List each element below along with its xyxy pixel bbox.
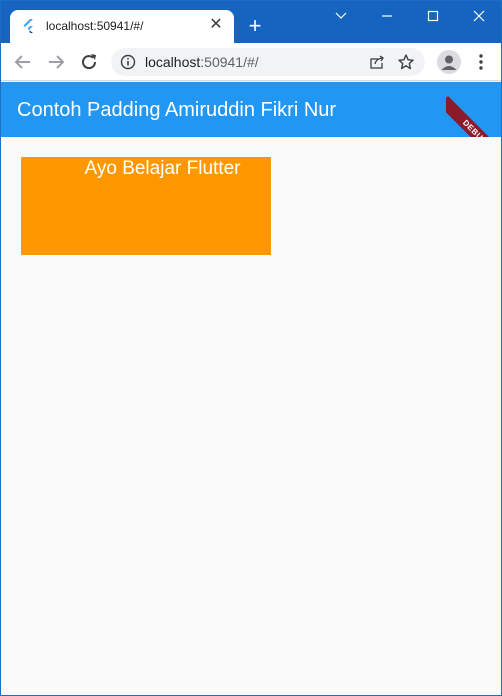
close-icon[interactable]: ✕ bbox=[207, 16, 225, 34]
flutter-icon bbox=[23, 19, 33, 33]
share-icon[interactable] bbox=[369, 54, 385, 70]
menu-dots-icon[interactable] bbox=[471, 52, 491, 72]
reload-icon[interactable] bbox=[78, 51, 100, 73]
container-text: Ayo Belajar Flutter bbox=[84, 158, 241, 179]
minimize-icon[interactable] bbox=[364, 1, 410, 31]
avatar-icon[interactable] bbox=[437, 50, 461, 74]
app-body: Ayo Belajar Flutter bbox=[1, 137, 501, 695]
address-text[interactable]: localhost:50941/#/ bbox=[145, 54, 259, 70]
tab-strip: localhost:50941/#/ ✕ + bbox=[1, 1, 501, 43]
tab-title: localhost:50941/#/ bbox=[46, 19, 144, 33]
info-icon[interactable] bbox=[120, 54, 136, 70]
maximize-icon[interactable] bbox=[410, 1, 456, 31]
forward-arrow-icon[interactable] bbox=[45, 51, 67, 73]
browser-toolbar: localhost:50941/#/ bbox=[1, 43, 501, 81]
app-bar: Contoh Padding Amiruddin Fikri Nur bbox=[1, 82, 501, 137]
window-close-icon[interactable] bbox=[456, 1, 501, 31]
debug-banner: DEBUG bbox=[446, 82, 501, 137]
address-bar[interactable]: localhost:50941/#/ bbox=[111, 48, 425, 76]
browser-window: localhost:50941/#/ ✕ + localhost:50941/#… bbox=[0, 0, 502, 696]
browser-tab[interactable]: localhost:50941/#/ ✕ bbox=[10, 10, 234, 43]
debug-label: DEBUG bbox=[446, 96, 501, 137]
star-icon[interactable] bbox=[397, 53, 415, 71]
page-title: Contoh Padding Amiruddin Fikri Nur bbox=[17, 99, 337, 121]
chevron-down-icon[interactable] bbox=[318, 1, 364, 31]
plus-icon[interactable]: + bbox=[244, 15, 266, 37]
padded-container: Ayo Belajar Flutter bbox=[21, 157, 271, 255]
address-host: localhost bbox=[145, 54, 201, 70]
back-arrow-icon[interactable] bbox=[12, 51, 34, 73]
address-path: :50941/#/ bbox=[200, 54, 259, 70]
